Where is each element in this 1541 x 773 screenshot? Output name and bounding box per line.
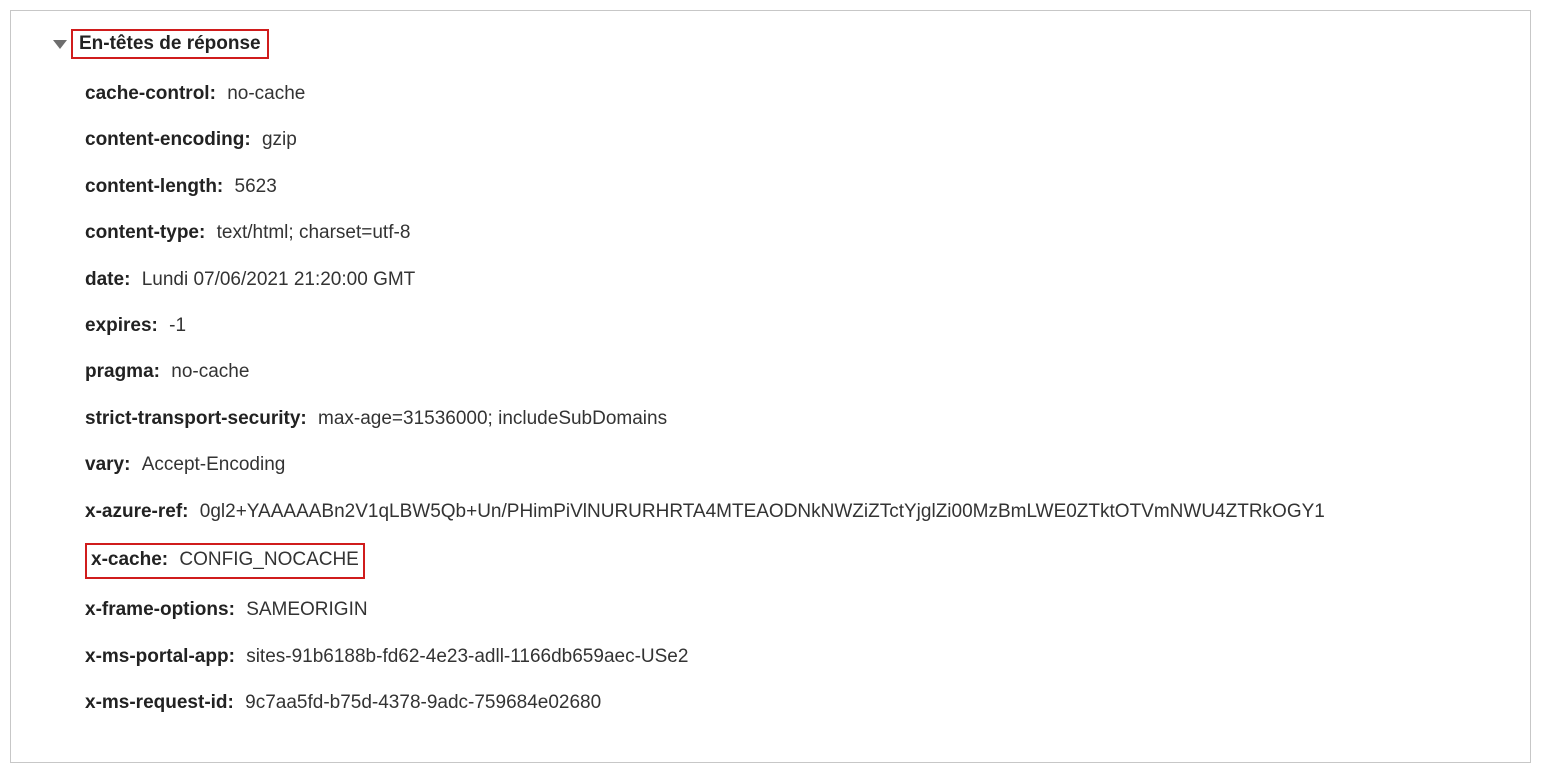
header-key: content-encoding: bbox=[85, 129, 251, 150]
header-key: x-ms-portal-app: bbox=[85, 646, 235, 667]
header-key: content-type: bbox=[85, 222, 205, 243]
header-value: gzip bbox=[262, 129, 297, 150]
header-row: date: Lundi 07/06/2021 21:20:00 GMT bbox=[85, 265, 1500, 295]
response-headers-section-header[interactable]: En-têtes de réponse bbox=[53, 29, 269, 59]
header-key: pragma: bbox=[85, 361, 160, 382]
header-row: content-encoding: gzip bbox=[85, 125, 1500, 155]
header-value: Accept-Encoding bbox=[142, 454, 286, 475]
header-value: SAMEORIGIN bbox=[246, 599, 367, 620]
header-key: strict-transport-security: bbox=[85, 408, 307, 429]
headers-list: cache-control: no-cache content-encoding:… bbox=[41, 79, 1500, 718]
header-row: x-ms-portal-app: sites-91b6188b-fd62-4e2… bbox=[85, 642, 1500, 672]
header-row: content-type: text/html; charset=utf-8 bbox=[85, 218, 1500, 248]
header-row: x-azure-ref: 0gl2+YAAAAABn2V1qLBW5Qb+Un/… bbox=[85, 497, 1500, 527]
header-row: x-ms-request-id: 9c7aa5fd-b75d-4378-9adc… bbox=[85, 688, 1500, 718]
header-key: cache-control: bbox=[85, 83, 216, 104]
response-headers-panel: En-têtes de réponse cache-control: no-ca… bbox=[10, 10, 1531, 763]
header-row: pragma: no-cache bbox=[85, 357, 1500, 387]
header-value: max-age=31536000; includeSubDomains bbox=[318, 408, 667, 429]
header-row: content-length: 5623 bbox=[85, 172, 1500, 202]
response-headers-title: En-têtes de réponse bbox=[71, 29, 269, 59]
header-key: x-frame-options: bbox=[85, 599, 235, 620]
header-key: vary: bbox=[85, 454, 130, 475]
header-row: vary: Accept-Encoding bbox=[85, 450, 1500, 480]
header-value: no-cache bbox=[171, 361, 249, 382]
header-value: sites-91b6188b-fd62-4e23-adll-1166db659a… bbox=[246, 646, 688, 667]
header-key: x-ms-request-id: bbox=[85, 692, 234, 713]
header-row: strict-transport-security: max-age=31536… bbox=[85, 404, 1500, 434]
header-key: date: bbox=[85, 269, 130, 290]
header-row: x-frame-options: SAMEORIGIN bbox=[85, 595, 1500, 625]
header-row: expires: -1 bbox=[85, 311, 1500, 341]
header-key: x-cache: bbox=[91, 549, 168, 570]
header-value: text/html; charset=utf-8 bbox=[217, 222, 411, 243]
header-key: expires: bbox=[85, 315, 158, 336]
header-value: 0gl2+YAAAAABn2V1qLBW5Qb+Un/PHimPiVlNURUR… bbox=[200, 501, 1325, 522]
header-key: content-length: bbox=[85, 176, 223, 197]
header-value: -1 bbox=[169, 315, 186, 336]
header-value: 5623 bbox=[235, 176, 277, 197]
header-value: Lundi 07/06/2021 21:20:00 GMT bbox=[142, 269, 416, 290]
header-key: x-azure-ref: bbox=[85, 501, 188, 522]
header-value: 9c7aa5fd-b75d-4378-9adc-759684e02680 bbox=[245, 692, 601, 713]
expand-caret-icon bbox=[53, 40, 67, 49]
header-row: x-cache: CONFIG_NOCACHE bbox=[85, 543, 365, 579]
header-row: cache-control: no-cache bbox=[85, 79, 1500, 109]
header-value: CONFIG_NOCACHE bbox=[179, 549, 358, 570]
header-value: no-cache bbox=[227, 83, 305, 104]
